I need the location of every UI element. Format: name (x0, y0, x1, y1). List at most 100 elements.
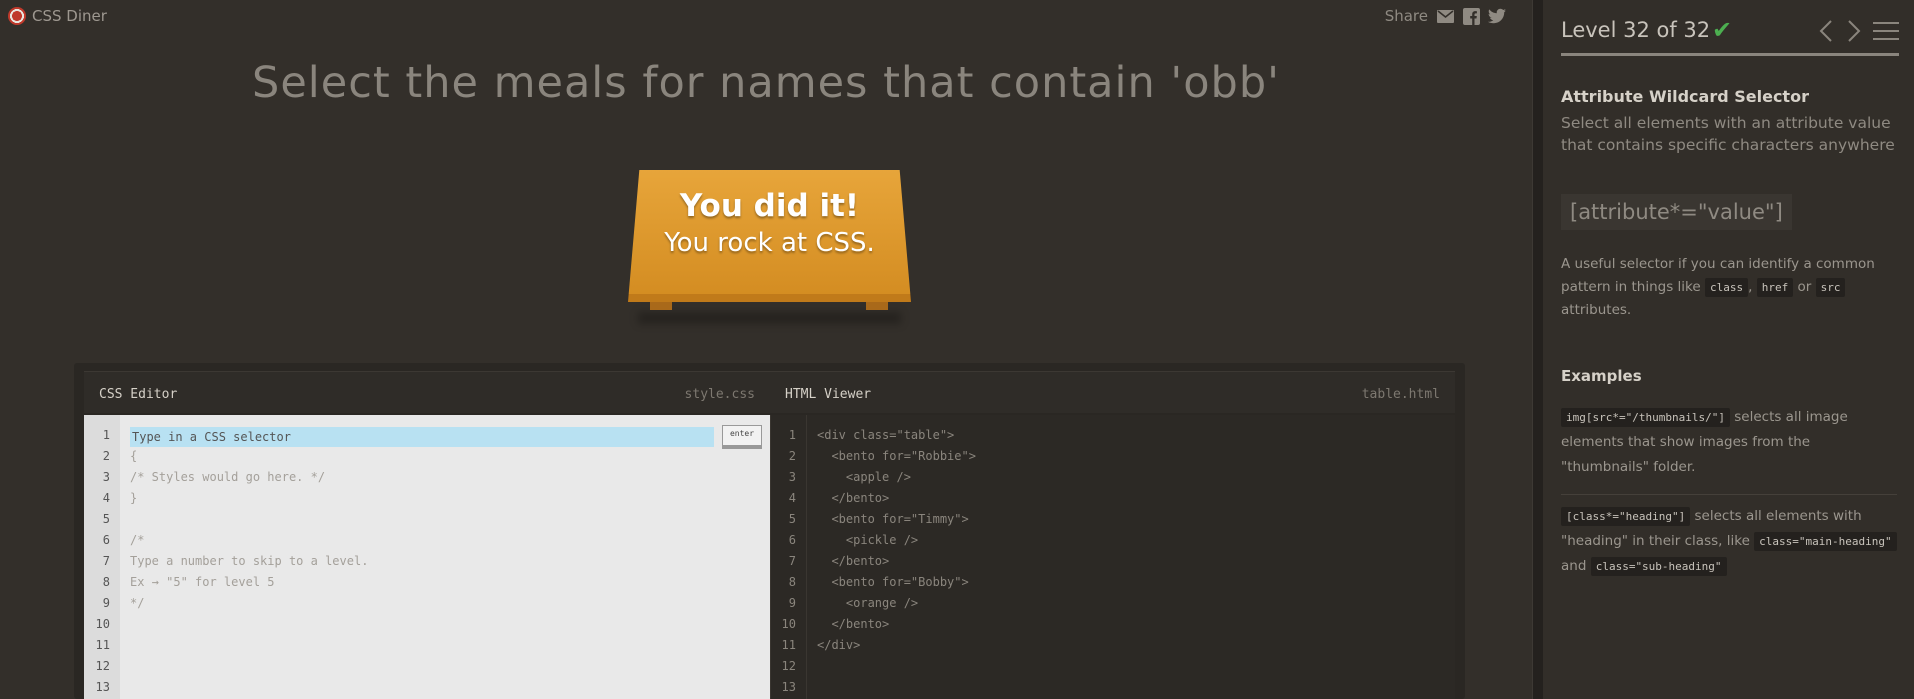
logo[interactable]: CSS Diner (8, 7, 107, 25)
code-line: Type a number to skip to a level. (130, 554, 369, 568)
line-number: 9 (102, 596, 110, 610)
next-level-icon[interactable] (1841, 18, 1867, 44)
example-item: img[src*="/thumbnails/"] selects all ima… (1561, 405, 1897, 480)
code-line[interactable]: <pickle /> (817, 530, 976, 551)
code-line: } (130, 491, 138, 505)
code-line[interactable]: <bento for="Robbie"> (817, 446, 976, 467)
line-number: 3 (102, 470, 110, 484)
code-line[interactable]: </bento> (817, 488, 976, 509)
code-line: /* (130, 533, 145, 547)
editor-container: CSS Editor style.css HTML Viewer table.h… (74, 363, 1465, 699)
line-number: 13 (95, 680, 110, 694)
code-line[interactable]: <apple /> (817, 467, 976, 488)
code-line[interactable]: </div> (817, 635, 976, 656)
css-editor-title: CSS Editor (99, 387, 178, 402)
html-code: <div class="table"> <bento for="Robbie">… (817, 425, 976, 698)
html-viewer-header: HTML Viewer table.html (770, 371, 1455, 413)
code-line[interactable]: </bento> (817, 551, 976, 572)
code-tag: class (1704, 278, 1749, 297)
css-code: { /* Styles would go here. */ } /* Type … (130, 425, 368, 698)
hint-text: attributes. (1561, 302, 1632, 318)
example-code: class="sub-heading" (1590, 557, 1727, 576)
code-tag: src (1815, 278, 1846, 297)
line-number: 10 (95, 617, 110, 631)
email-icon[interactable] (1436, 7, 1454, 25)
previous-level-icon[interactable] (1813, 18, 1839, 44)
html-viewer-title: HTML Viewer (785, 387, 872, 402)
code-line[interactable]: <bento for="Timmy"> (817, 509, 976, 530)
code-line: { (130, 449, 138, 463)
html-line-numbers: 1 2 3 4 5 6 7 8 9 10 11 12 13 (771, 415, 807, 699)
share-label: Share (1384, 7, 1428, 25)
code-line[interactable]: <div class="table"> (817, 425, 976, 446)
line-number: 8 (788, 575, 796, 589)
line-number: 13 (781, 680, 796, 694)
html-viewer: 1 2 3 4 5 6 7 8 9 10 11 12 13 <div class… (770, 415, 1455, 699)
top-bar: CSS Diner Share (0, 0, 1532, 32)
line-number: 6 (102, 533, 110, 547)
example-code: class="main-heading" (1754, 532, 1897, 551)
hint-separator: , (1748, 279, 1753, 295)
line-number: 11 (781, 638, 796, 652)
twitter-icon[interactable] (1488, 7, 1506, 25)
menu-icon[interactable] (1873, 18, 1899, 44)
code-line: Ex → "5" for level 5 (130, 575, 275, 589)
example-item: [class*="heading"] selects all elements … (1561, 504, 1897, 579)
line-number: 8 (102, 575, 110, 589)
plate-icon (8, 7, 26, 25)
selector-syntax: [attribute*="value"] (1561, 194, 1792, 230)
selector-description: Select all elements with an attribute va… (1561, 114, 1895, 154)
win-message-subtitle: You rock at CSS. (664, 228, 875, 258)
win-message-title: You did it! (679, 188, 860, 224)
level-header: Level 32 of 32 ✔ (1561, 14, 1901, 50)
line-number: 12 (95, 659, 110, 673)
code-line[interactable]: </bento> (817, 614, 976, 635)
line-number: 7 (788, 554, 796, 568)
line-number: 2 (102, 449, 110, 463)
checkmark-icon: ✔ (1712, 16, 1733, 44)
selector-hint: A useful selector if you can identify a … (1561, 253, 1901, 322)
line-number: 12 (781, 659, 796, 673)
code-line: */ (130, 596, 145, 610)
table-leg-left (650, 302, 672, 310)
css-line-numbers: 1 2 3 4 5 6 7 8 9 10 11 12 13 (84, 415, 120, 699)
html-viewer-filename: table.html (1361, 387, 1440, 402)
code-line[interactable]: <orange /> (817, 593, 976, 614)
example-code: img[src*="/thumbnails/"] (1561, 408, 1730, 427)
line-number: 2 (788, 449, 796, 463)
line-number: 5 (102, 512, 110, 526)
table-shadow (638, 312, 901, 324)
main-area: CSS Diner Share Select the meals for nam… (0, 0, 1532, 699)
code-line[interactable]: <bento for="Bobby"> (817, 572, 976, 593)
line-number: 11 (95, 638, 110, 652)
level-indicator: Level 32 of 32 (1561, 18, 1711, 42)
facebook-icon[interactable] (1462, 7, 1480, 25)
line-number: 4 (788, 491, 796, 505)
dinner-table: You did it! You rock at CSS. (628, 170, 911, 324)
table-leg-right (866, 302, 888, 310)
code-tag: href (1756, 278, 1794, 297)
css-editor-filename: style.css (684, 387, 755, 402)
sidebar-divider[interactable] (1532, 0, 1543, 699)
line-number: 6 (788, 533, 796, 547)
app-title: CSS Diner (32, 7, 107, 25)
line-number: 1 (788, 428, 796, 442)
example-text: and (1561, 558, 1587, 574)
example-code: [class*="heading"] (1561, 507, 1691, 526)
enter-button[interactable]: enter (722, 425, 762, 449)
example-divider (1561, 494, 1897, 495)
line-number: 1 (102, 428, 110, 442)
css-editor: 1 2 3 4 5 6 7 8 9 10 11 12 13 { /* Style… (84, 415, 770, 699)
css-selector-input[interactable] (130, 427, 714, 447)
code-line: /* Styles would go here. */ (130, 470, 326, 484)
line-number: 9 (788, 596, 796, 610)
examples-heading: Examples (1561, 367, 1642, 385)
line-number: 5 (788, 512, 796, 526)
hint-separator: or (1797, 279, 1812, 295)
